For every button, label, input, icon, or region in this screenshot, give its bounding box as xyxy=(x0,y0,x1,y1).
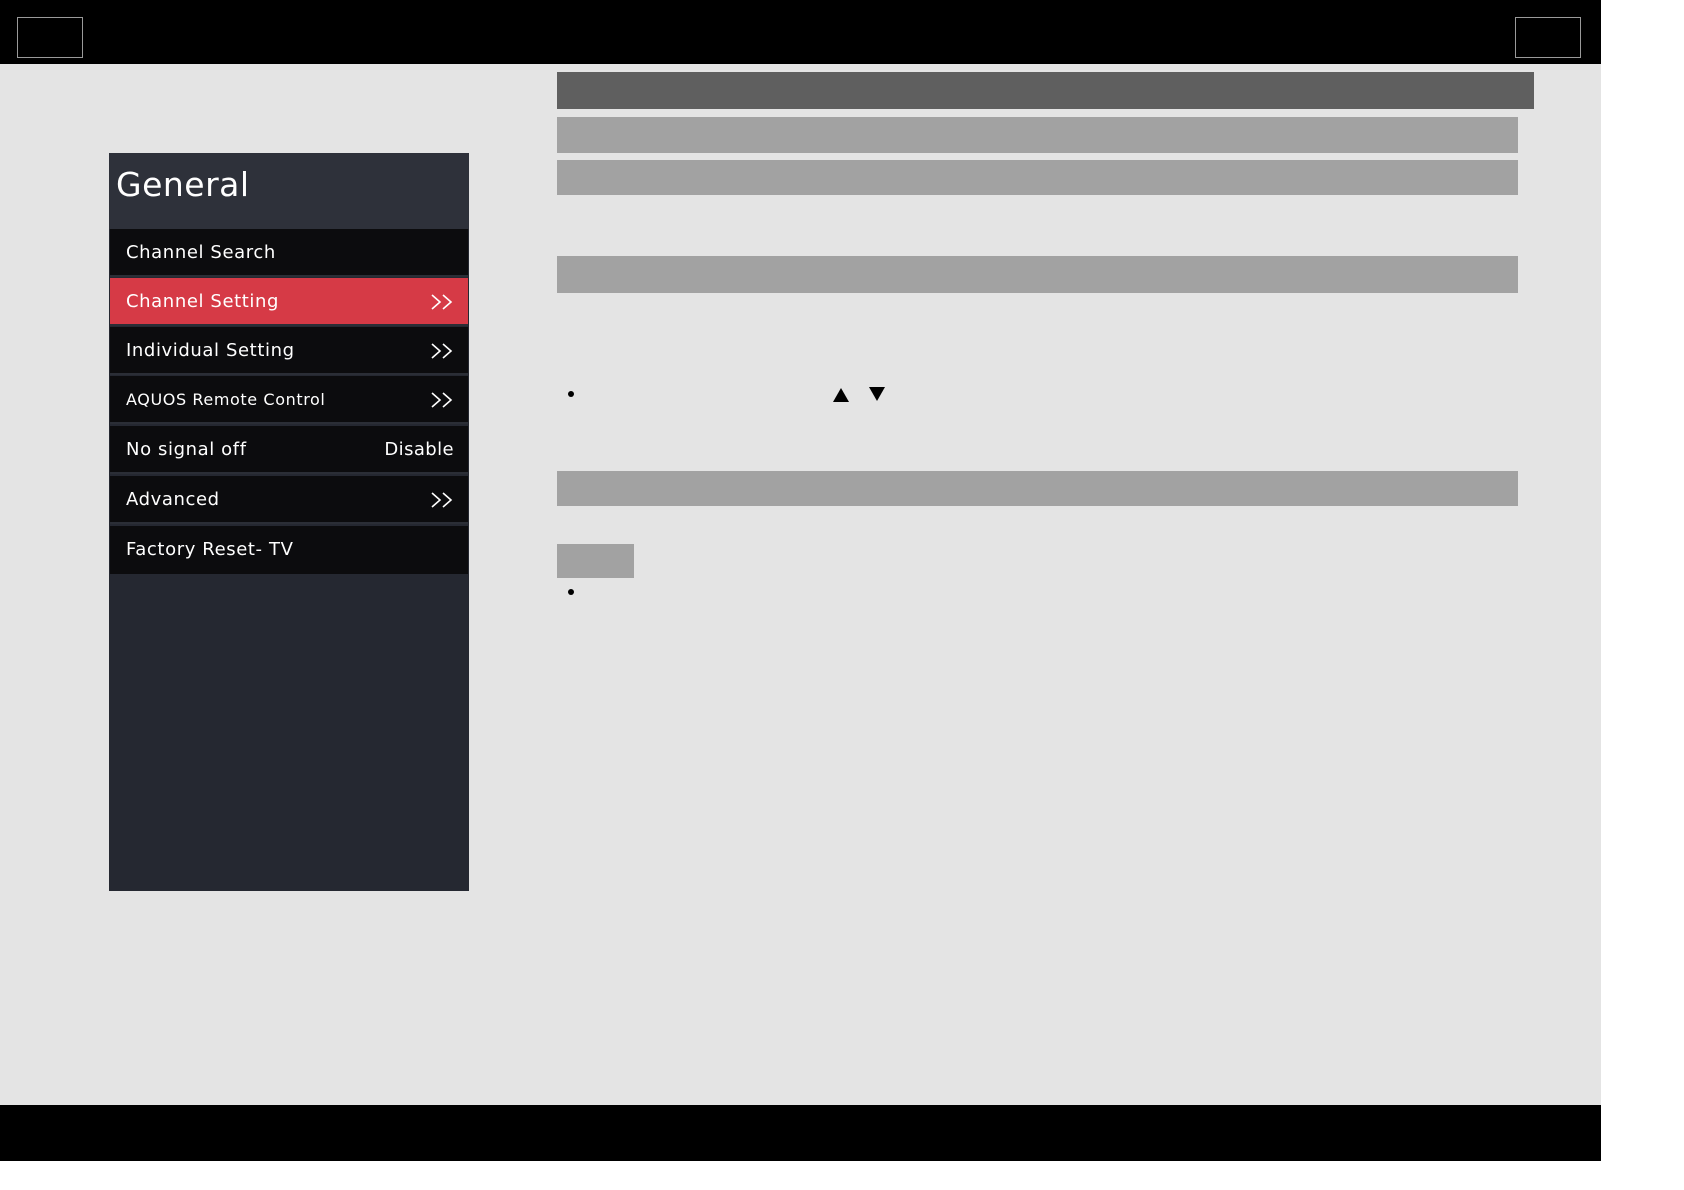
menu-item-label: Factory Reset- TV xyxy=(126,539,294,560)
down-triangle-icon xyxy=(869,387,885,401)
menu-item-label: Individual Setting xyxy=(126,340,295,361)
bullet-point xyxy=(568,589,574,595)
page-heading-bar xyxy=(557,72,1534,109)
double-chevron-right-icon xyxy=(431,492,453,508)
next-page-button[interactable] xyxy=(1515,17,1581,58)
section-bar xyxy=(557,160,1518,195)
section-bar xyxy=(557,117,1518,153)
tv-menu-panel: General Channel Search Channel Setting I… xyxy=(109,153,469,891)
menu-item-no-signal-off[interactable]: No signal off Disable xyxy=(110,426,468,474)
menu-item-label: Channel Search xyxy=(126,242,276,263)
double-chevron-right-icon xyxy=(431,294,453,310)
note-label-box xyxy=(557,544,634,578)
menu-item-aquos-remote-control[interactable]: AQUOS Remote Control xyxy=(110,376,468,424)
previous-page-button[interactable] xyxy=(17,17,83,58)
menu-item-individual-setting[interactable]: Individual Setting xyxy=(110,327,468,375)
menu-item-label: Channel Setting xyxy=(126,291,280,312)
top-navigation-bar xyxy=(0,0,1601,64)
menu-item-channel-setting[interactable]: Channel Setting xyxy=(110,278,468,326)
menu-item-label: No signal off xyxy=(126,439,247,460)
menu-item-value: Disable xyxy=(384,439,454,460)
menu-item-advanced[interactable]: Advanced xyxy=(110,476,468,524)
menu-item-channel-search[interactable]: Channel Search xyxy=(110,229,468,277)
bottom-bar xyxy=(0,1105,1601,1161)
section-bar xyxy=(557,256,1518,293)
section-bar xyxy=(557,471,1518,506)
up-triangle-icon xyxy=(833,388,849,402)
menu-item-label: Advanced xyxy=(126,489,220,510)
menu-item-factory-reset[interactable]: Factory Reset- TV xyxy=(110,526,468,574)
double-chevron-right-icon xyxy=(431,343,453,359)
menu-header: General xyxy=(109,153,469,229)
manual-page: General Channel Search Channel Setting I… xyxy=(0,0,1601,1161)
menu-title: General xyxy=(116,165,250,204)
double-chevron-right-icon xyxy=(431,392,453,408)
menu-item-label: AQUOS Remote Control xyxy=(126,390,326,409)
bullet-point xyxy=(568,391,574,397)
